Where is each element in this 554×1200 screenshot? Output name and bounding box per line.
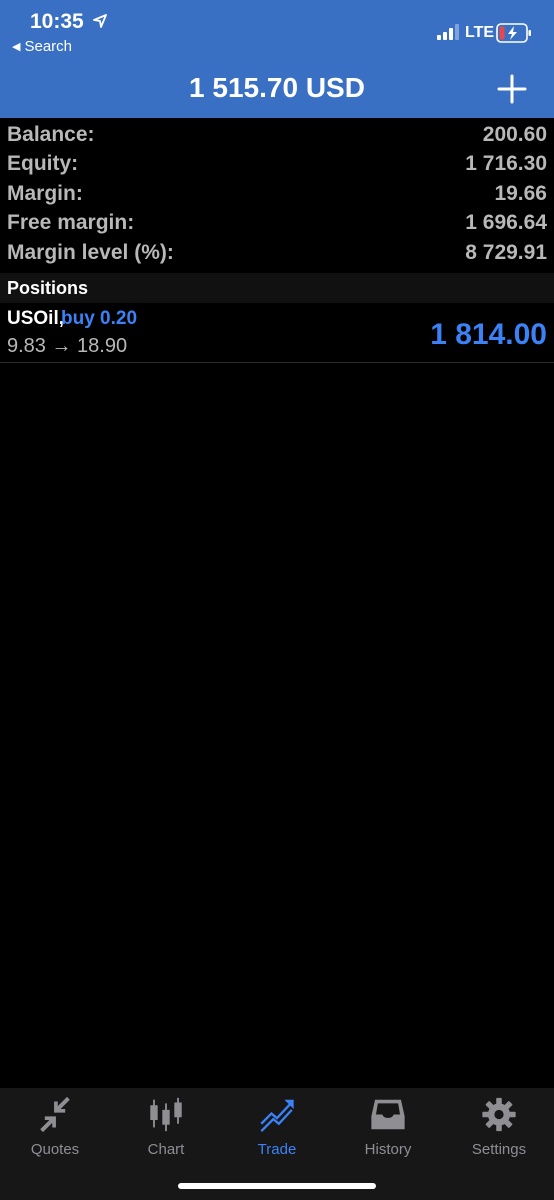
network-type: LTE (465, 24, 495, 41)
tab-history[interactable]: History (333, 1088, 443, 1158)
tab-trade[interactable]: Trade (222, 1088, 332, 1158)
inbox-icon (371, 1099, 405, 1130)
margin-level-value: 8 729.91 (465, 240, 547, 264)
account-summary: Balance: 200.60 Equity: 1 716.30 Margin:… (0, 120, 554, 268)
position-prices: 9.83 → 18.90 (7, 335, 128, 357)
trade-screen: 10:35 ◀ Search LTE 1 515.70 USD Balance:… (0, 0, 554, 1200)
back-label: Search (24, 38, 72, 55)
balance-row: Balance: 200.60 (0, 120, 554, 150)
margin-label: Margin: (7, 181, 83, 205)
back-to-search[interactable]: ◀ Search (12, 38, 72, 55)
balance-label: Balance: (7, 122, 95, 146)
margin-row: Margin: 19.66 (0, 179, 554, 209)
back-triangle-icon: ◀ (12, 41, 21, 53)
account-total-title: 1 515.70 USD (189, 72, 365, 103)
margin-level-row: Margin level (%): 8 729.91 (0, 238, 554, 268)
free-margin-row: Free margin: 1 696.64 (0, 209, 554, 239)
battery-charging-icon (496, 23, 531, 43)
gear-icon (482, 1097, 516, 1132)
tab-settings[interactable]: Settings (444, 1088, 554, 1158)
equity-row: Equity: 1 716.30 (0, 150, 554, 180)
tab-chart[interactable]: Chart (111, 1088, 221, 1158)
equity-value: 1 716.30 (465, 152, 547, 176)
tab-trade-label: Trade (257, 1141, 297, 1158)
position-type: buy 0.20 (61, 308, 138, 329)
status-time: 10:35 (30, 10, 84, 33)
tab-quotes-label: Quotes (30, 1141, 80, 1158)
position-symbol: USOil, (7, 308, 65, 329)
equity-label: Equity: (7, 152, 79, 176)
home-indicator[interactable] (178, 1183, 376, 1189)
candlestick-icon (150, 1097, 182, 1132)
tab-settings-label: Settings (471, 1141, 527, 1158)
signal-bars-icon (437, 24, 459, 40)
location-arrow-icon (93, 14, 107, 28)
tab-chart-label: Chart (147, 1141, 185, 1158)
plus-icon[interactable] (496, 73, 528, 105)
position-profit: 1 814.00 (430, 318, 547, 351)
header: 10:35 ◀ Search LTE 1 515.70 USD (0, 0, 554, 118)
position-row[interactable]: USOil, buy 0.20 9.83 → 18.90 1 814.00 (0, 303, 554, 363)
tab-history-label: History (364, 1141, 412, 1158)
balance-value: 200.60 (482, 122, 547, 146)
positions-section-header: Positions (0, 273, 554, 303)
margin-value: 19.66 (494, 181, 547, 205)
trade-trend-icon (260, 1099, 294, 1132)
free-margin-value: 1 696.64 (465, 211, 547, 235)
quotes-arrows-icon (40, 1096, 70, 1133)
tab-quotes[interactable]: Quotes (0, 1088, 110, 1158)
margin-level-label: Margin level (%): (7, 240, 174, 264)
free-margin-label: Free margin: (7, 211, 135, 235)
